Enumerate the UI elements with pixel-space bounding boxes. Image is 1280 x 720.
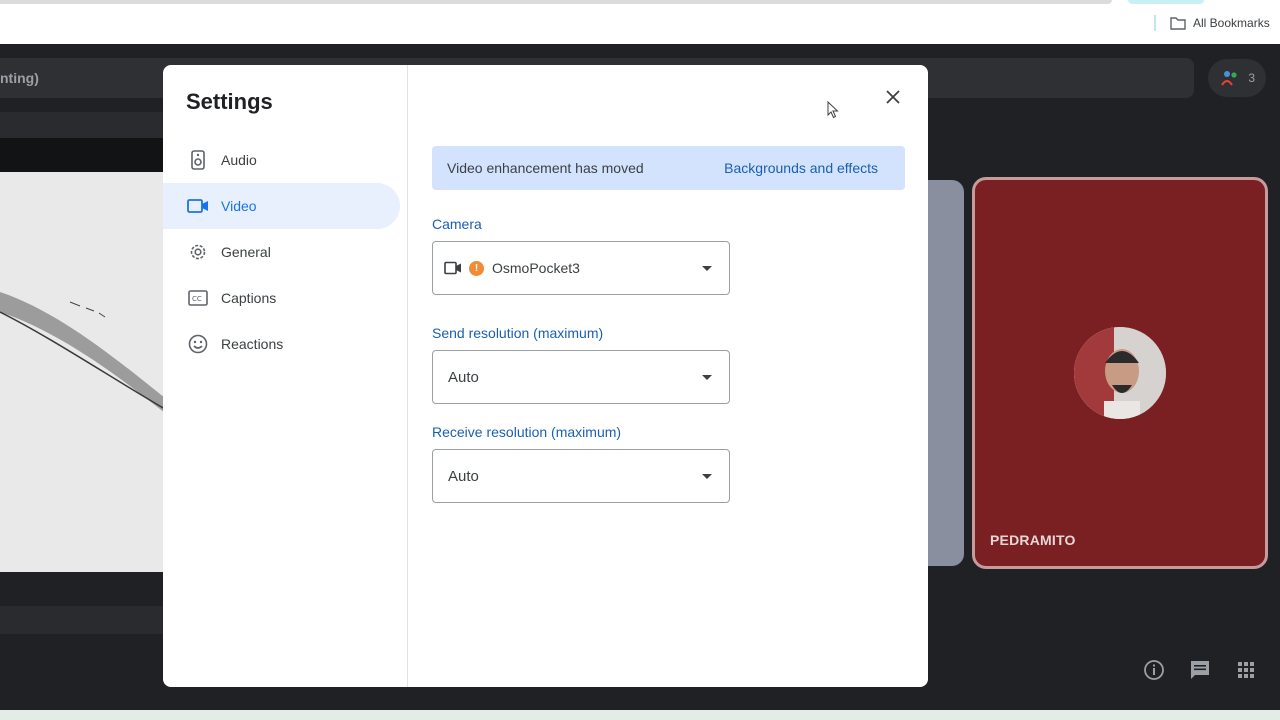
browser-top-pill — [1128, 0, 1204, 4]
avatar-photo — [1074, 327, 1166, 419]
avatar — [1074, 327, 1166, 419]
send-resolution-label: Send resolution (maximum) — [432, 325, 604, 341]
chevron-down-icon — [702, 375, 712, 380]
dialog-title: Settings — [186, 89, 273, 114]
send-resolution-select[interactable]: Auto — [432, 350, 730, 404]
warning-icon: ! — [469, 261, 484, 276]
activities-button[interactable] — [1234, 658, 1258, 682]
participants-chip[interactable]: 3 — [1208, 59, 1266, 97]
apps-grid-icon — [1238, 662, 1254, 678]
nav-item-audio[interactable]: Audio — [163, 137, 400, 183]
nav-label-general: General — [221, 244, 271, 260]
camera-select[interactable]: ! OsmoPocket3 — [432, 241, 730, 295]
presentation-bottom-band — [0, 606, 170, 634]
camera-value: OsmoPocket3 — [492, 260, 580, 276]
shared-screen-content — [0, 172, 170, 572]
nav-item-reactions[interactable]: Reactions — [163, 321, 400, 367]
send-resolution-value: Auto — [448, 368, 479, 386]
bookmarks-divider — [1154, 15, 1156, 31]
nav-item-video[interactable]: Video — [163, 183, 400, 229]
smiley-icon — [187, 333, 209, 355]
folder-icon — [1170, 17, 1186, 30]
gear-icon — [187, 241, 209, 263]
receive-resolution-select[interactable]: Auto — [432, 449, 730, 503]
speaker-icon — [187, 149, 209, 171]
close-icon — [886, 90, 900, 104]
chat-icon — [1191, 661, 1209, 679]
chevron-down-icon — [702, 266, 712, 271]
chevron-down-icon — [702, 474, 712, 479]
presentation-header-band — [0, 112, 170, 138]
presentation-top-band — [0, 138, 170, 172]
settings-nav: Settings Audio Video General CC Captions… — [163, 65, 408, 687]
banner-text: Video enhancement has moved — [447, 160, 644, 176]
nav-item-captions[interactable]: CC Captions — [163, 275, 400, 321]
receive-resolution-value: Auto — [448, 467, 479, 485]
people-icon — [1221, 71, 1237, 86]
browser-top-strip — [0, 0, 1112, 4]
captions-icon: CC — [187, 287, 209, 309]
video-enhancement-banner: Video enhancement has moved Backgrounds … — [432, 146, 905, 190]
shared-screen-tile — [0, 172, 170, 572]
participant-count: 3 — [1248, 71, 1255, 85]
svg-text:CC: CC — [192, 295, 202, 303]
settings-dialog: Settings Audio Video General CC Captions… — [163, 65, 928, 687]
receive-resolution-label: Receive resolution (maximum) — [432, 424, 622, 440]
info-icon — [1144, 660, 1164, 680]
close-button[interactable] — [879, 83, 907, 111]
participant-name: PEDRAMITO — [990, 532, 1076, 548]
all-bookmarks-label: All Bookmarks — [1193, 16, 1270, 30]
meeting-title: nting) — [0, 70, 39, 86]
chat-button[interactable] — [1188, 658, 1212, 682]
nav-item-general[interactable]: General — [163, 229, 400, 275]
nav-label-video: Video — [221, 198, 257, 214]
os-taskbar — [0, 710, 1280, 720]
all-bookmarks-button[interactable]: All Bookmarks — [1170, 14, 1270, 32]
camera-label: Camera — [432, 216, 482, 232]
browser-bookmarks-bar: All Bookmarks — [0, 0, 1280, 44]
mouse-cursor-icon — [827, 101, 839, 119]
video-camera-icon — [187, 195, 209, 217]
nav-label-reactions: Reactions — [221, 336, 284, 352]
meeting-details-button[interactable] — [1142, 658, 1166, 682]
video-camera-icon — [444, 261, 461, 275]
nav-label-audio: Audio — [221, 152, 257, 168]
nav-label-captions: Captions — [221, 290, 277, 306]
backgrounds-and-effects-link[interactable]: Backgrounds and effects — [724, 160, 878, 176]
